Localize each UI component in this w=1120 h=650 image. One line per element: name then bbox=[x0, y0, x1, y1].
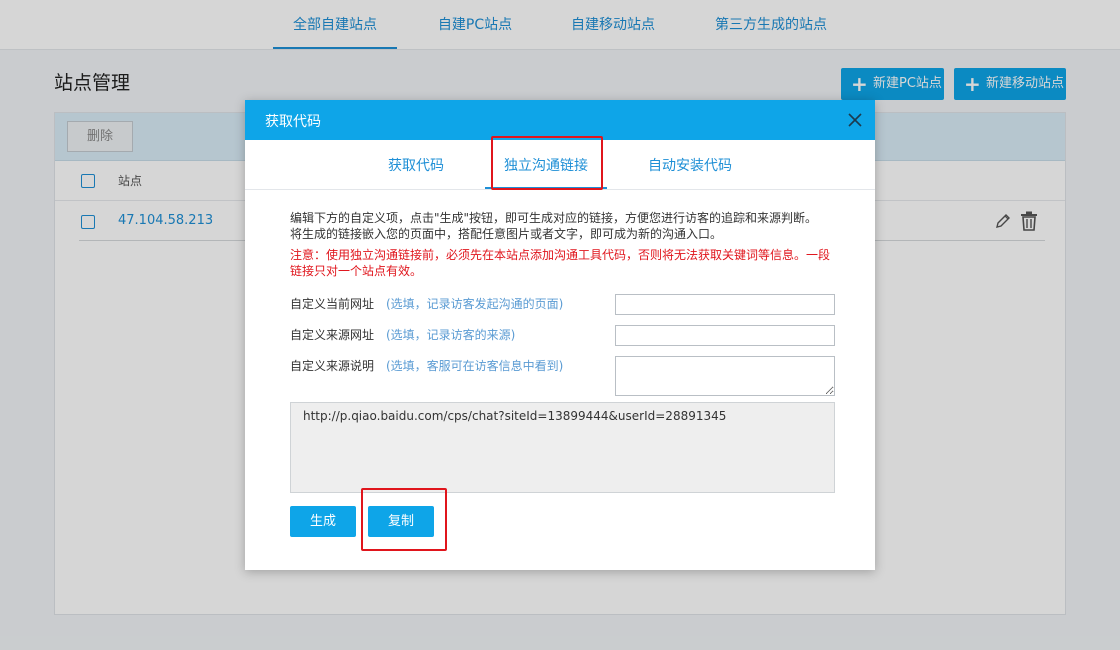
description-line-1: 编辑下方的自定义项，点击"生成"按钮，即可生成对应的链接，方便您进行访客的追踪和… bbox=[290, 211, 818, 225]
source-url-input[interactable] bbox=[615, 325, 835, 346]
generated-link-box[interactable]: http://p.qiao.baidu.com/cps/chat?siteId=… bbox=[290, 402, 835, 493]
highlight-box-copy bbox=[361, 488, 447, 551]
get-code-modal: 获取代码 获取代码 独立沟通链接 自动安装代码 编辑下方的自定义项，点击"生成"… bbox=[245, 100, 875, 570]
field-label-current-url: 自定义当前网址 bbox=[290, 297, 375, 311]
description: 编辑下方的自定义项，点击"生成"按钮，即可生成对应的链接，方便您进行访客的追踪和… bbox=[290, 210, 840, 242]
source-desc-textarea[interactable] bbox=[615, 356, 835, 396]
tab-auto-install-code[interactable]: 自动安装代码 bbox=[648, 155, 732, 175]
modal-title: 获取代码 bbox=[265, 114, 321, 130]
field-hint-current-url: (选填，记录访客发起沟通的页面) bbox=[386, 297, 564, 311]
field-hint-source-desc: (选填，客服可在访客信息中看到) bbox=[386, 359, 564, 373]
highlight-box-tab bbox=[491, 136, 603, 190]
field-label-source-url: 自定义来源网址 bbox=[290, 328, 375, 342]
field-hint-source-url: (选填，记录访客的来源) bbox=[386, 328, 516, 342]
tab-get-code[interactable]: 获取代码 bbox=[388, 155, 444, 175]
close-icon[interactable] bbox=[845, 110, 865, 130]
modal-header: 获取代码 bbox=[245, 100, 875, 140]
current-url-input[interactable] bbox=[615, 294, 835, 315]
field-label-source-desc: 自定义来源说明 bbox=[290, 359, 375, 373]
warning-text: 注意：使用独立沟通链接前，必须先在本站点添加沟通工具代码，否则将无法获取关键词等… bbox=[290, 248, 831, 278]
generate-button[interactable]: 生成 bbox=[290, 506, 356, 537]
description-line-2: 将生成的链接嵌入您的页面中，搭配任意图片或者文字，即可成为新的沟通入口。 bbox=[290, 227, 723, 241]
